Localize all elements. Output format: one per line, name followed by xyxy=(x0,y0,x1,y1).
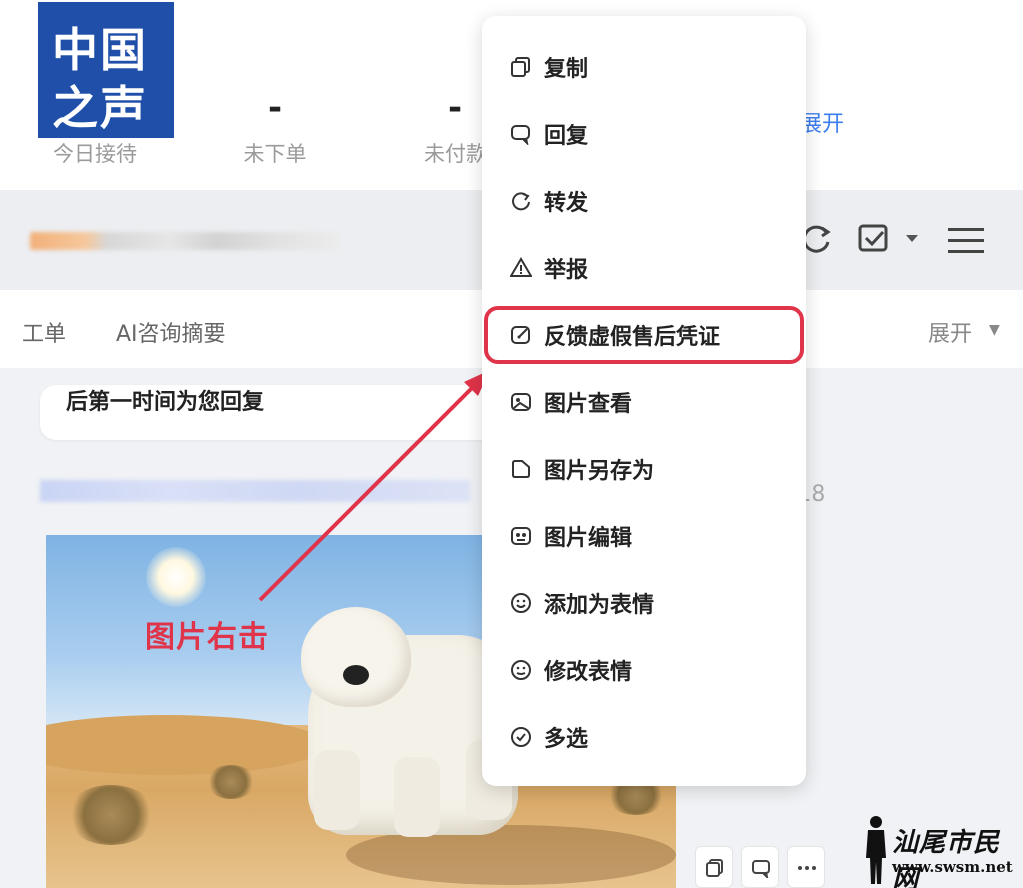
menu-item-label: 图片查看 xyxy=(544,392,633,417)
add-emoji-icon xyxy=(511,593,531,613)
menu-item-view-image[interactable]: 图片查看 xyxy=(510,382,790,422)
menu-item-add-emoji[interactable]: 添加为表情 xyxy=(510,583,790,623)
image-edit-icon xyxy=(511,527,531,545)
task-check-icon[interactable] xyxy=(856,220,892,256)
context-menu: 复制 回复 转发 举报 反馈虚假售后凭证 图片查看 图片另存为 图片编辑 添加为… xyxy=(482,16,806,786)
message-text: 后第一时间为您回复 xyxy=(66,390,265,415)
polar-bear-nose xyxy=(343,665,369,685)
watermark: 汕尾市民网 www.swsm.net xyxy=(862,814,1022,888)
stat-value: - xyxy=(267,88,283,128)
hamburger-menu-icon[interactable] xyxy=(948,226,984,256)
menu-item-label: 图片另存为 xyxy=(544,459,655,484)
logo-line-1: 中国 xyxy=(52,23,148,77)
menu-item-forward[interactable]: 转发 xyxy=(510,181,790,221)
image-annotation-label: 图片右击 xyxy=(145,620,269,655)
copy-button[interactable] xyxy=(695,846,733,888)
logo: 中国 之声 xyxy=(36,0,176,140)
polar-bear-head xyxy=(301,607,411,707)
watermark-name: 汕尾市民网 xyxy=(892,828,1001,888)
person-silhouette-icon xyxy=(866,816,886,884)
multi-select-icon xyxy=(511,727,531,747)
reply-icon xyxy=(752,860,770,878)
stats-expand-link[interactable]: 展开 xyxy=(800,106,844,138)
contact-name-blurred xyxy=(30,232,340,250)
annotation-arrow xyxy=(258,370,490,602)
watermark-url: www.swsm.net xyxy=(892,858,1013,876)
photo-bush xyxy=(206,765,256,799)
tab-ai-summary[interactable]: AI咨询摘要 xyxy=(116,316,226,348)
menu-item-multi-select[interactable]: 多选 xyxy=(510,717,790,757)
photo-bush xyxy=(66,785,156,845)
annotation-highlight-box xyxy=(484,306,804,364)
copy-icon xyxy=(706,859,723,877)
edit-emoji-icon xyxy=(511,660,531,680)
menu-item-label: 复制 xyxy=(544,57,589,82)
save-image-icon xyxy=(512,460,530,478)
menu-item-label: 修改表情 xyxy=(544,660,633,685)
forward-icon xyxy=(512,192,530,211)
tab-expand-button[interactable]: 展开 xyxy=(928,316,972,348)
menu-item-edit-image[interactable]: 图片编辑 xyxy=(510,516,790,556)
photo-sun xyxy=(146,547,206,607)
reply-icon xyxy=(511,125,530,145)
menu-item-copy[interactable]: 复制 xyxy=(510,47,790,87)
menu-item-label: 多选 xyxy=(544,727,589,752)
chevron-down-icon[interactable] xyxy=(905,234,919,244)
image-view-icon xyxy=(511,393,531,411)
copy-icon xyxy=(511,57,530,77)
menu-item-label: 回复 xyxy=(544,124,589,149)
menu-item-reply[interactable]: 回复 xyxy=(510,114,790,154)
tab-work-order[interactable]: 工单 xyxy=(22,316,66,348)
warning-icon xyxy=(510,257,532,277)
stat-not-ordered: - 未下单 xyxy=(225,88,325,168)
stat-label: 今日接待 xyxy=(53,142,137,166)
menu-item-save-image[interactable]: 图片另存为 xyxy=(510,449,790,489)
menu-item-label: 添加为表情 xyxy=(544,593,655,618)
reply-button[interactable] xyxy=(741,846,779,888)
polar-bear-leg xyxy=(394,757,440,837)
chevron-down-icon[interactable]: ▼ xyxy=(989,322,1000,338)
menu-item-edit-emoji[interactable]: 修改表情 xyxy=(510,650,790,690)
logo-line-2: 之声 xyxy=(52,81,148,135)
menu-item-label: 图片编辑 xyxy=(544,526,633,551)
menu-item-report[interactable]: 举报 xyxy=(510,248,790,288)
more-button[interactable] xyxy=(787,846,825,888)
menu-item-label: 转发 xyxy=(544,191,589,216)
polar-bear-leg xyxy=(314,750,360,830)
stat-label: 未下单 xyxy=(243,142,307,166)
more-icon xyxy=(798,866,816,870)
menu-item-label: 举报 xyxy=(544,258,589,283)
